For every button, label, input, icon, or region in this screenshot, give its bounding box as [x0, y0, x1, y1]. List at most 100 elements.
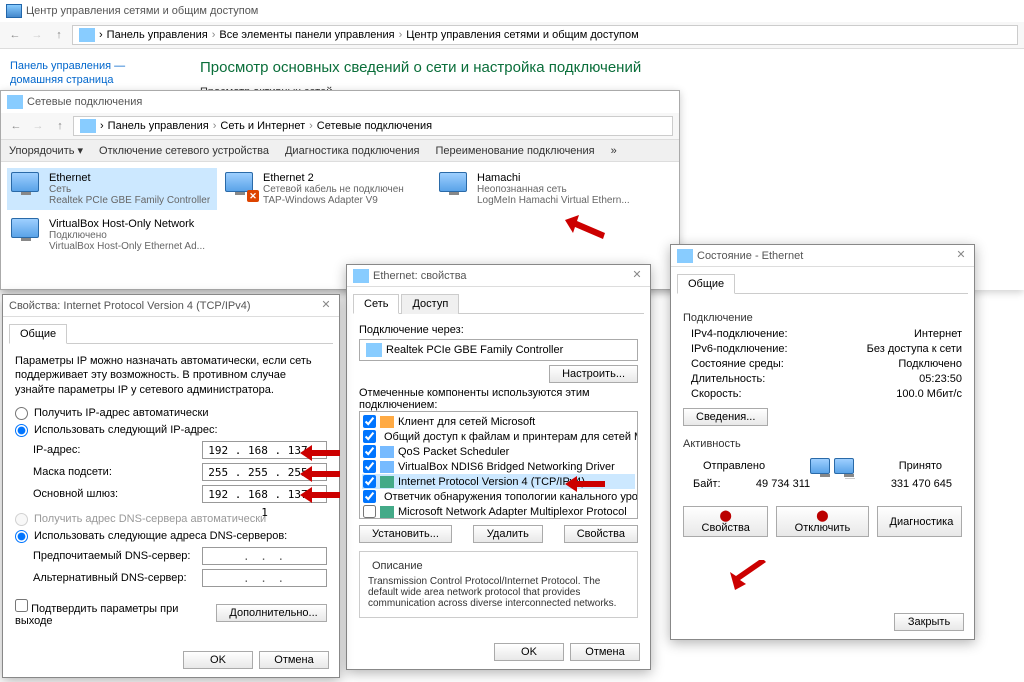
tab-general[interactable]: Общие	[677, 274, 735, 294]
media-label: Состояние среды:	[691, 358, 784, 370]
sent-bytes: 49 734 311	[756, 478, 810, 490]
alternate-dns-label: Альтернативный DNS-сервер:	[33, 572, 196, 584]
obtain-ip-auto-radio[interactable]	[15, 407, 28, 420]
breadcrumb-item[interactable]: Все элементы панели управления	[219, 29, 394, 41]
properties-button[interactable]: ⬤ Свойства	[683, 506, 768, 537]
component-icon	[380, 461, 394, 473]
duration-label: Длительность:	[691, 373, 765, 385]
up-button[interactable]: ↑	[50, 26, 68, 44]
ok-button[interactable]: OK	[494, 643, 564, 661]
alternate-dns-field[interactable]: . . .	[202, 569, 327, 587]
uninstall-button[interactable]: Удалить	[473, 525, 543, 543]
cancel-button[interactable]: Отмена	[570, 643, 640, 661]
component-item[interactable]: Microsoft Network Adapter Multiplexor Pr…	[362, 504, 635, 519]
component-item[interactable]: VirtualBox NDIS6 Bridged Networking Driv…	[362, 459, 635, 474]
main-window-title: Центр управления сетями и общим доступом	[0, 0, 1024, 22]
connection-label: Подключение	[683, 312, 962, 324]
nc-icon	[80, 119, 96, 133]
duration-value: 05:23:50	[919, 373, 962, 385]
component-checkbox[interactable]	[363, 460, 376, 473]
component-props-button[interactable]: Свойства	[564, 525, 638, 543]
configure-button[interactable]: Настроить...	[549, 365, 638, 383]
component-icon	[380, 446, 394, 458]
breadcrumb-item[interactable]: Сетевые подключения	[317, 120, 432, 132]
diagnose-button[interactable]: Диагностика	[877, 506, 962, 537]
more-button[interactable]: »	[611, 145, 617, 157]
details-button[interactable]: Сведения...	[683, 408, 768, 426]
preferred-dns-label: Предпочитаемый DNS-сервер:	[33, 550, 196, 562]
breadcrumb-item[interactable]: Центр управления сетями и общим доступом	[406, 29, 638, 41]
tab-access[interactable]: Доступ	[401, 294, 459, 314]
component-checkbox[interactable]	[363, 490, 376, 503]
validate-checkbox[interactable]	[15, 599, 28, 612]
bytes-label: Байт:	[693, 478, 721, 490]
ipv4-value: Интернет	[914, 328, 962, 340]
connect-using-label: Подключение через:	[359, 324, 638, 336]
component-item[interactable]: QoS Packet Scheduler	[362, 444, 635, 459]
tab-general[interactable]: Общие	[9, 324, 67, 344]
forward-button[interactable]: →	[28, 26, 46, 44]
component-item[interactable]: Клиент для сетей Microsoft	[362, 414, 635, 429]
components-label: Отмеченные компоненты используются этим …	[359, 387, 638, 411]
disable-button[interactable]: ⬤ Отключить	[776, 506, 868, 537]
page-title: Просмотр основных сведений о сети и наст…	[200, 59, 1014, 76]
components-list[interactable]: Клиент для сетей Microsoft Общий доступ …	[359, 411, 638, 519]
speed-label: Скорость:	[691, 388, 742, 400]
close-button[interactable]: ✕	[630, 269, 644, 283]
component-item[interactable]: Ответчик обнаружения топологии канальног…	[362, 489, 635, 504]
use-dns-radio[interactable]	[15, 530, 28, 543]
close-button[interactable]: ✕	[319, 299, 333, 313]
adapter-ethernet[interactable]: EthernetСетьRealtek PCIe GBE Family Cont…	[7, 168, 217, 210]
media-value: Подключено	[898, 358, 962, 370]
status-dialog-title: Состояние - Ethernet ✕	[671, 245, 974, 267]
sent-label: Отправлено	[703, 460, 765, 472]
component-checkbox[interactable]	[363, 445, 376, 458]
ipv4-label: IPv4-подключение:	[691, 328, 788, 340]
component-label: Общий доступ к файлам и принтерам для се…	[384, 431, 638, 443]
sidebar-home[interactable]: Панель управления — домашняя страница	[10, 59, 170, 88]
nc-window-title: Сетевые подключения	[1, 91, 679, 113]
diagnose-button[interactable]: Диагностика подключения	[285, 145, 419, 157]
breadcrumb-item[interactable]: Панель управления	[108, 120, 209, 132]
component-icon	[380, 506, 394, 518]
install-button[interactable]: Установить...	[359, 525, 452, 543]
component-item[interactable]: Общий доступ к файлам и принтерам для се…	[362, 429, 635, 444]
component-label: Ответчик обнаружения топологии канальног…	[384, 491, 638, 503]
close-button[interactable]: Закрыть	[894, 613, 964, 631]
back-button[interactable]: ←	[7, 117, 25, 135]
intro-text: Параметры IP можно назначать автоматичес…	[15, 354, 327, 397]
ok-button[interactable]: OK	[183, 651, 253, 669]
component-label: Microsoft Network Adapter Multiplexor Pr…	[398, 506, 627, 518]
main-window-breadcrumb: ← → ↑ › Панель управления › Все элементы…	[0, 22, 1024, 49]
component-checkbox[interactable]	[363, 475, 376, 488]
component-checkbox[interactable]	[363, 505, 376, 518]
adapter-virtualbox-host-only-network[interactable]: VirtualBox Host-Only NetworkПодключеноVi…	[7, 214, 217, 256]
ethernet-icon	[677, 249, 693, 263]
organize-menu[interactable]: Упорядочить ▾	[9, 144, 83, 157]
ip-address-label: IP-адрес:	[33, 444, 196, 456]
disable-device-button[interactable]: Отключение сетевого устройства	[99, 145, 269, 157]
subnet-mask-label: Маска подсети:	[33, 466, 196, 478]
close-button[interactable]: ✕	[954, 249, 968, 263]
gateway-field[interactable]: 192 . 168 . 137 . 1	[202, 485, 327, 503]
preferred-dns-field[interactable]: . . .	[202, 547, 327, 565]
recv-bytes: 331 470 645	[891, 478, 952, 490]
breadcrumb-item[interactable]: Сеть и Интернет	[220, 120, 305, 132]
component-checkbox[interactable]	[363, 430, 376, 443]
adapter-hamachi[interactable]: HamachiНеопознанная сетьLogMeIn Hamachi …	[435, 168, 645, 210]
control-panel-icon	[6, 4, 22, 18]
rename-button[interactable]: Переименование подключения	[435, 145, 594, 157]
back-button[interactable]: ←	[6, 26, 24, 44]
component-checkbox[interactable]	[363, 415, 376, 428]
up-button[interactable]: ↑	[51, 117, 69, 135]
advanced-button[interactable]: Дополнительно...	[216, 604, 327, 622]
component-item[interactable]: Internet Protocol Version 4 (TCP/IPv4)	[362, 474, 635, 489]
adapter-ethernet-2[interactable]: ✕ Ethernet 2Сетевой кабель не подключенT…	[221, 168, 431, 210]
use-ip-radio[interactable]	[15, 424, 28, 437]
subnet-mask-field[interactable]: 255 . 255 . 255 . 0	[202, 463, 327, 481]
cancel-button[interactable]: Отмена	[259, 651, 329, 669]
forward-button[interactable]: →	[29, 117, 47, 135]
ip-address-field[interactable]: 192 . 168 . 137 . 2	[202, 441, 327, 459]
breadcrumb-item[interactable]: Панель управления	[107, 29, 208, 41]
tab-network[interactable]: Сеть	[353, 294, 399, 314]
